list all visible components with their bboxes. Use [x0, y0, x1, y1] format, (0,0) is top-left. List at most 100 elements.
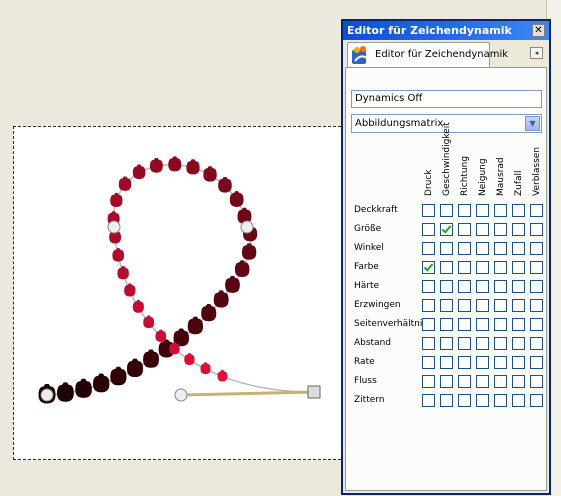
matrix-checkbox[interactable] [476, 223, 489, 236]
matrix-checkbox[interactable] [494, 375, 507, 388]
curve-handle-bar[interactable] [180, 390, 315, 397]
matrix-checkbox[interactable] [458, 223, 471, 236]
matrix-checkbox[interactable] [440, 261, 453, 274]
matrix-checkbox[interactable] [440, 299, 453, 312]
matrix-checkbox[interactable] [458, 204, 471, 217]
matrix-checkbox[interactable] [512, 356, 525, 369]
matrix-checkbox[interactable] [422, 280, 435, 293]
matrix-checkbox[interactable] [422, 356, 435, 369]
matrix-checkbox[interactable] [458, 280, 471, 293]
row-label: Farbe [354, 262, 379, 272]
matrix-checkbox[interactable] [476, 318, 489, 331]
row-label: Winkel [354, 243, 384, 253]
brush-dab [57, 382, 74, 402]
matrix-checkbox[interactable] [458, 299, 471, 312]
matrix-checkbox[interactable] [512, 261, 525, 274]
matrix-checkbox[interactable] [440, 375, 453, 388]
matrix-checkbox[interactable] [494, 204, 507, 217]
matrix-checkbox[interactable] [422, 318, 435, 331]
matrix-checkbox[interactable] [476, 280, 489, 293]
matrix-checkbox[interactable] [530, 394, 543, 407]
matrix-checkbox[interactable] [530, 356, 543, 369]
matrix-checkbox[interactable] [476, 261, 489, 274]
matrix-checkbox[interactable] [422, 299, 435, 312]
matrix-checkbox[interactable] [494, 223, 507, 236]
matrix-checkbox[interactable] [512, 242, 525, 255]
matrix-checkbox[interactable] [530, 375, 543, 388]
matrix-checkbox[interactable] [422, 204, 435, 217]
matrix-checkbox[interactable] [422, 242, 435, 255]
matrix-checkbox[interactable] [494, 318, 507, 331]
matrix-checkbox[interactable] [476, 299, 489, 312]
matrix-checkbox[interactable] [440, 242, 453, 255]
matrix-checkbox[interactable] [458, 318, 471, 331]
matrix-checkbox[interactable] [422, 337, 435, 350]
matrix-checkbox[interactable] [530, 299, 543, 312]
matrix-checkbox[interactable] [440, 280, 453, 293]
matrix-checkbox[interactable] [476, 375, 489, 388]
matrix-checkbox[interactable] [458, 375, 471, 388]
matrix-checkbox[interactable] [476, 394, 489, 407]
matrix-checkbox[interactable] [440, 394, 453, 407]
curve-control-handle[interactable] [40, 388, 54, 402]
matrix-checkbox[interactable] [512, 280, 525, 293]
matrix-checkbox[interactable] [530, 204, 543, 217]
image-canvas[interactable] [13, 126, 346, 460]
matrix-checkbox[interactable] [512, 204, 525, 217]
row-label: Rate [354, 357, 375, 367]
matrix-checkbox[interactable] [494, 242, 507, 255]
matrix-checkbox[interactable] [440, 223, 453, 236]
matrix-checkbox[interactable] [512, 394, 525, 407]
matrix-checkbox[interactable] [422, 394, 435, 407]
matrix-checkbox[interactable] [512, 223, 525, 236]
curve-control-handle[interactable] [107, 220, 121, 234]
matrix-checkbox[interactable] [530, 261, 543, 274]
matrix-checkbox[interactable] [440, 356, 453, 369]
brush-dab [187, 316, 204, 335]
curve-control-handle[interactable] [174, 388, 188, 402]
matrix-checkbox[interactable] [530, 280, 543, 293]
tab-dynamics-editor[interactable]: Editor für Zeichendynamik [347, 42, 508, 67]
matrix-checkbox[interactable] [494, 299, 507, 312]
matrix-checkbox[interactable] [494, 356, 507, 369]
brush-stroke-drawing [38, 156, 321, 404]
matrix-checkbox[interactable] [440, 318, 453, 331]
close-button[interactable]: ✕ [532, 24, 545, 37]
brush-dab [110, 366, 127, 386]
matrix-checkbox[interactable] [512, 299, 525, 312]
matrix-checkbox[interactable] [530, 318, 543, 331]
matrix-checkbox[interactable] [530, 242, 543, 255]
matrix-checkbox[interactable] [458, 261, 471, 274]
matrix-checkbox[interactable] [476, 242, 489, 255]
matrix-checkbox[interactable] [512, 337, 525, 350]
brush-dab [117, 266, 129, 280]
matrix-checkbox[interactable] [476, 356, 489, 369]
dynamics-editor-icon [352, 46, 369, 64]
matrix-checkbox[interactable] [458, 394, 471, 407]
matrix-checkbox[interactable] [440, 204, 453, 217]
matrix-checkbox[interactable] [458, 356, 471, 369]
matrix-checkbox[interactable] [530, 337, 543, 350]
matrix-checkbox[interactable] [530, 223, 543, 236]
curve-control-handle[interactable] [240, 220, 254, 234]
matrix-checkbox[interactable] [440, 337, 453, 350]
matrix-checkbox[interactable] [458, 242, 471, 255]
brush-dab [110, 192, 123, 207]
matrix-checkbox[interactable] [494, 337, 507, 350]
curve-end-handle[interactable] [307, 385, 321, 399]
matrix-checkbox[interactable] [476, 204, 489, 217]
brush-dab [218, 176, 232, 193]
matrix-checkbox[interactable] [494, 394, 507, 407]
tab-menu-button[interactable]: ◂ [530, 47, 543, 59]
matrix-checkbox[interactable] [494, 280, 507, 293]
matrix-checkbox[interactable] [512, 318, 525, 331]
matrix-checkbox[interactable] [422, 223, 435, 236]
matrix-checkbox[interactable] [512, 375, 525, 388]
matrix-checkbox[interactable] [476, 337, 489, 350]
brush-dab [203, 166, 217, 182]
matrix-checkbox[interactable] [494, 261, 507, 274]
matrix-checkbox[interactable] [458, 337, 471, 350]
matrix-checkbox[interactable] [422, 375, 435, 388]
dialog-titlebar[interactable]: Editor für Zeichendynamik ✕ [343, 21, 549, 40]
matrix-checkbox[interactable] [422, 261, 435, 274]
